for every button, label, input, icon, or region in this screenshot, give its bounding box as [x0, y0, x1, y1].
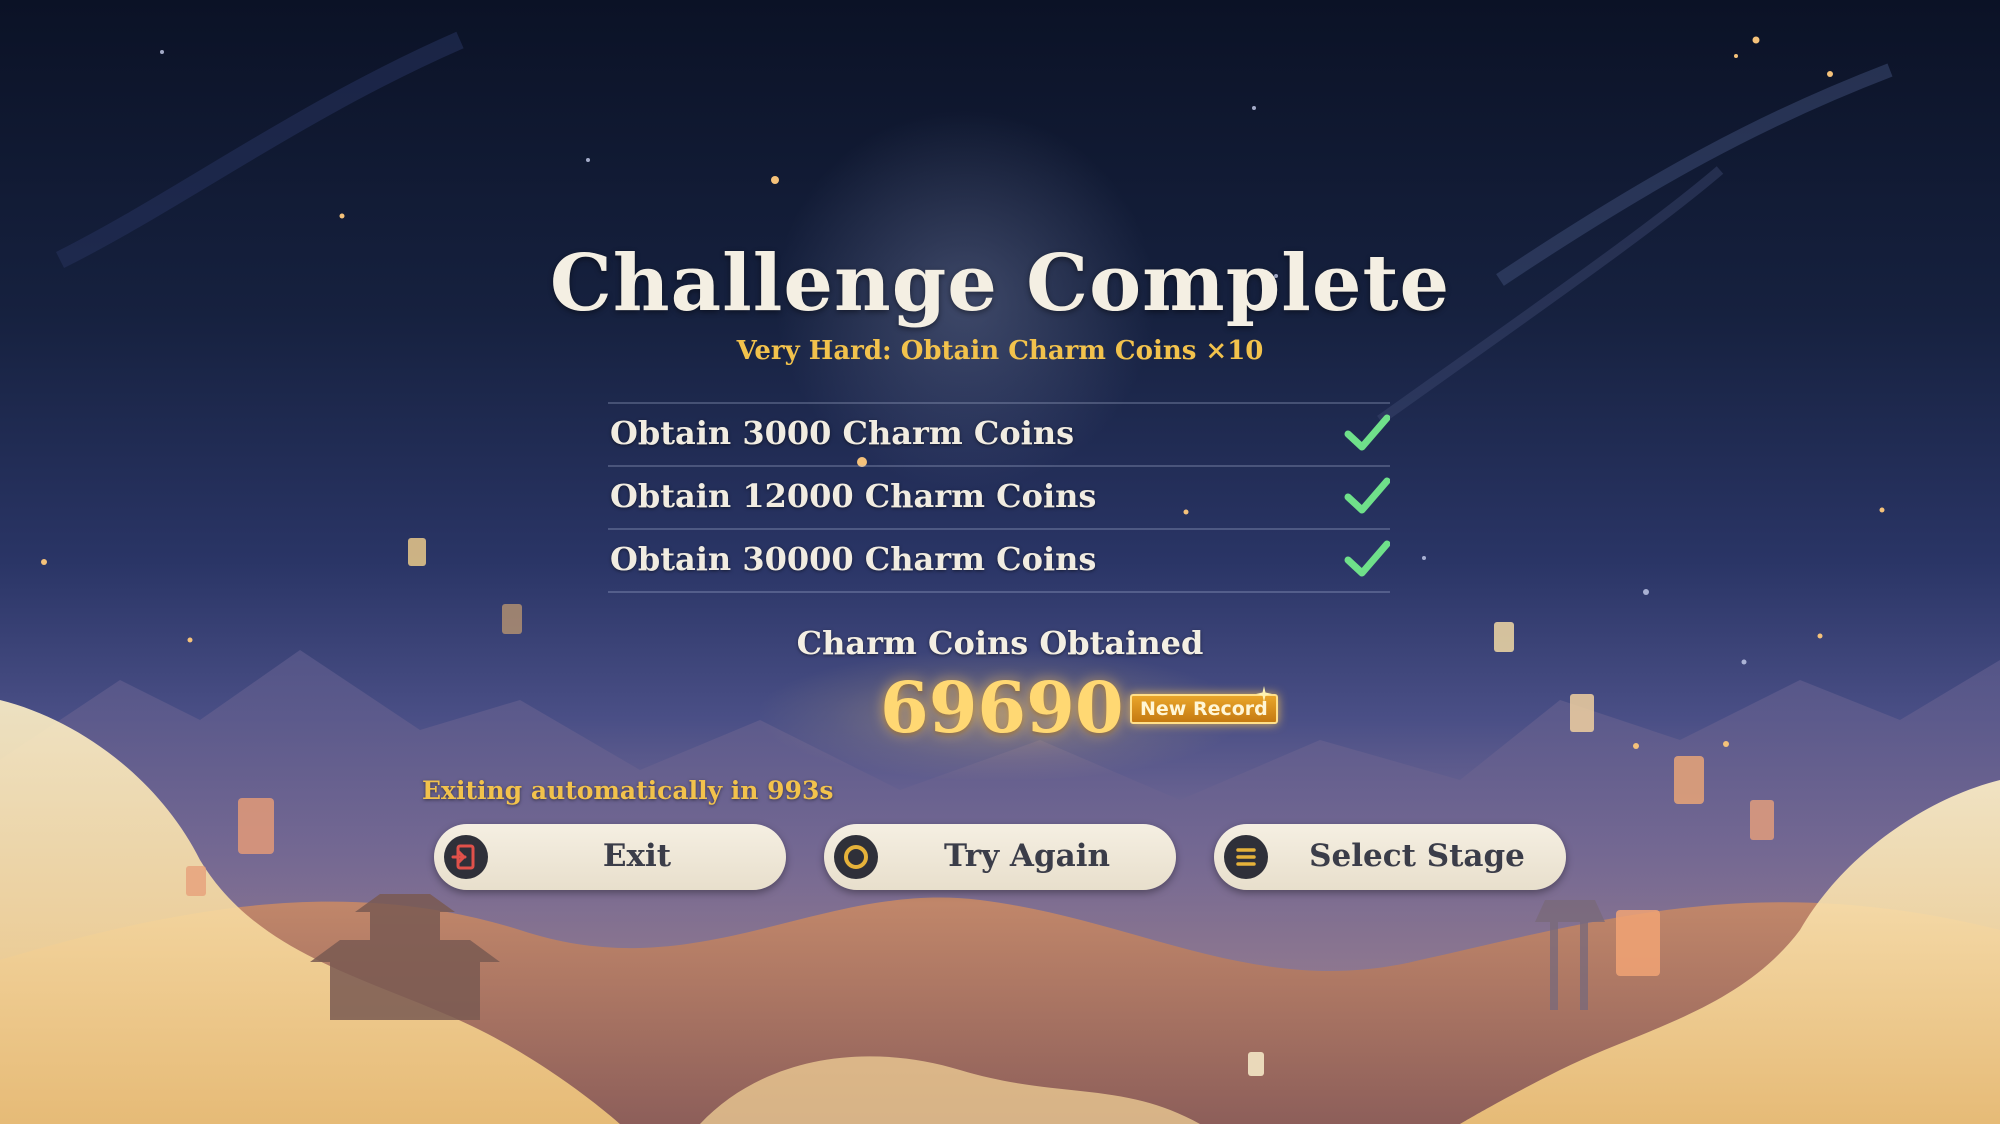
objectives-list: Obtain 3000 Charm Coins Obtain 12000 Cha… [608, 402, 1390, 593]
try-again-button-label: Try Again [943, 838, 1111, 874]
objective-label: Obtain 30000 Charm Coins [610, 540, 1097, 578]
checkmark-icon [1344, 414, 1390, 451]
select-stage-button[interactable]: Select Stage [1214, 824, 1566, 890]
objective-row: Obtain 30000 Charm Coins [608, 528, 1390, 593]
auto-exit-countdown: Exiting automatically in 993s [422, 776, 834, 805]
select-stage-button-label: Select Stage [1309, 838, 1525, 874]
result-title: Challenge Complete [549, 238, 1451, 329]
score-value: 69690 [880, 666, 1124, 749]
exit-button-label: Exit [602, 838, 672, 874]
results-screen: Challenge Complete Very Hard: Obtain Cha… [0, 0, 2000, 1124]
objective-row: Obtain 12000 Charm Coins [608, 465, 1390, 528]
objective-label: Obtain 12000 Charm Coins [610, 477, 1097, 515]
challenge-difficulty: Very Hard: Obtain Charm Coins ×10 [736, 336, 1264, 366]
objective-row: Obtain 3000 Charm Coins [608, 402, 1390, 465]
exit-button[interactable]: Exit [434, 824, 786, 890]
checkmark-icon [1344, 540, 1390, 577]
checkmark-icon [1344, 477, 1390, 514]
menu-lines-icon [1224, 835, 1268, 879]
sparkle-icon [1256, 686, 1272, 702]
circle-icon [834, 835, 878, 879]
try-again-button[interactable]: Try Again [824, 824, 1176, 890]
objective-label: Obtain 3000 Charm Coins [610, 414, 1075, 452]
exit-door-icon [444, 835, 488, 879]
